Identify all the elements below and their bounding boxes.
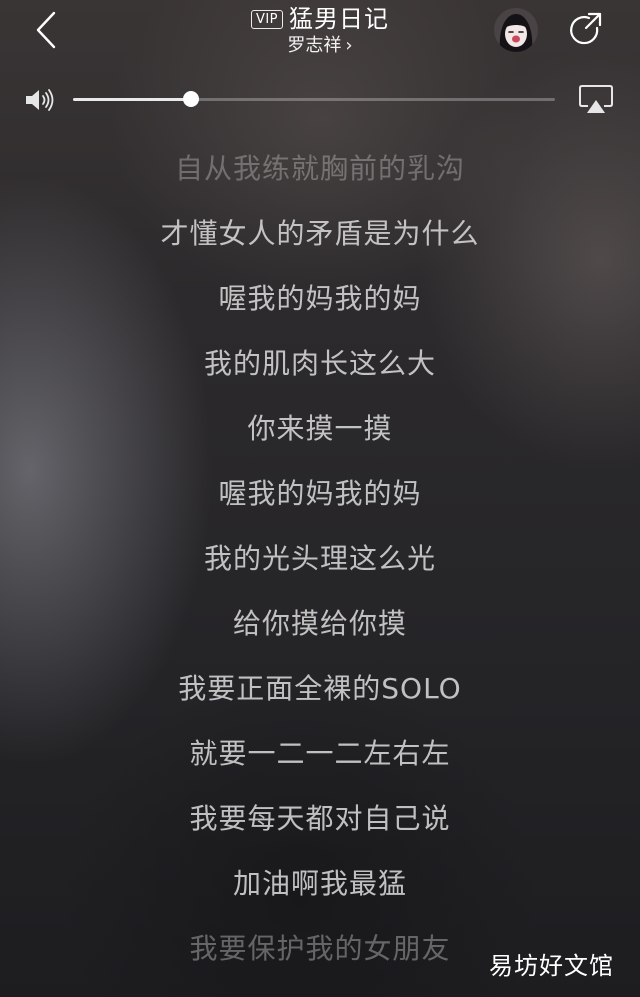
lyric-line[interactable]: 喔我的妈我的妈 (0, 266, 640, 331)
volume-slider[interactable] (73, 91, 555, 107)
lyric-line[interactable]: 喔我的妈我的妈 (0, 461, 640, 526)
song-title: 猛男日记 (289, 5, 390, 33)
share-icon (570, 12, 602, 45)
watermark: 易坊好文馆 (489, 952, 614, 980)
lyrics-list: 自从我练就胸前的乳沟 才懂女人的矛盾是为什么 喔我的妈我的妈 我的肌肉长这么大 你来摸一… (0, 136, 640, 981)
lyric-line[interactable]: 我要每天都对自己说 (0, 786, 640, 851)
volume-fill (73, 98, 192, 101)
avatar[interactable] (494, 8, 538, 52)
lyric-line[interactable]: 我的光头理这么光 (0, 526, 640, 591)
lyric-line[interactable]: 就要一二一二左右左 (0, 721, 640, 786)
lyric-line[interactable]: 给你摸给你摸 (0, 591, 640, 656)
lyric-line[interactable]: 才懂女人的矛盾是为什么 (0, 201, 640, 266)
artist-link[interactable]: 罗志祥 › (287, 35, 352, 57)
lyric-line[interactable]: 我的肌肉长这么大 (0, 331, 640, 396)
speaker-icon[interactable] (24, 87, 56, 113)
lyric-line[interactable]: 加油啊我最猛 (0, 851, 640, 916)
airplay-button[interactable] (578, 84, 614, 116)
title-block: VIP 猛男日记 罗志祥 › (0, 4, 640, 57)
lyric-line[interactable]: 自从我练就胸前的乳沟 (0, 136, 640, 201)
share-button[interactable] (566, 10, 606, 50)
volume-thumb[interactable] (183, 91, 200, 107)
player-header: VIP 猛男日记 罗志祥 › (0, 0, 640, 70)
volume-control (0, 80, 640, 120)
artist-name: 罗志祥 (287, 35, 342, 56)
airplay-icon (579, 85, 613, 113)
vip-badge: VIP (250, 9, 284, 29)
lyric-line[interactable]: 我要正面全裸的SOLO (0, 656, 640, 721)
lyric-line[interactable]: 你来摸一摸 (0, 396, 640, 461)
chevron-right-icon: › (345, 35, 353, 56)
